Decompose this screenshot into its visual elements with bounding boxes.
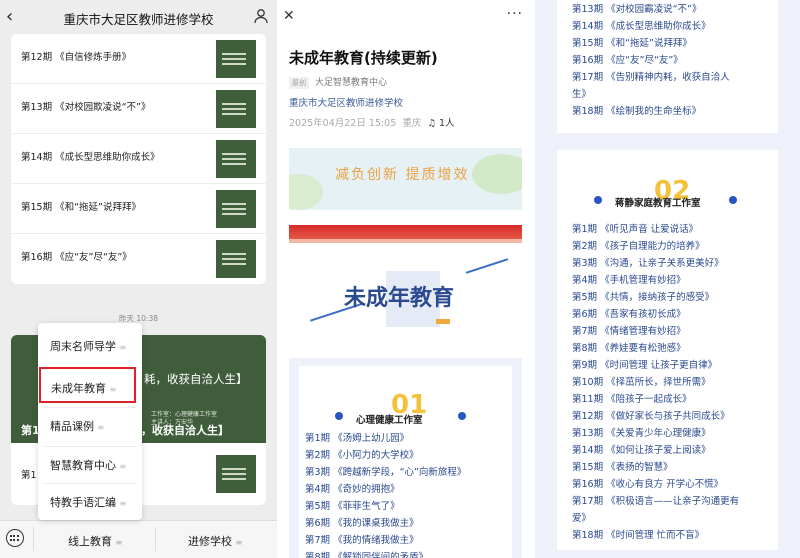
article-banner: 减负创新 提质增效 (289, 148, 522, 210)
section-family-education: 02 蒋静家庭教育工作室 第1期 《听见声音 让爱说话》 第2期 《孩子自理能力… (557, 150, 778, 550)
article-hero-image: 未成年教育 (289, 225, 522, 350)
section-title: 蒋静家庭教育工作室 (615, 198, 701, 209)
list-item[interactable]: 第16期 《应“友”尽“友”》 (572, 52, 683, 66)
thumbnail-image (216, 140, 256, 178)
menu-item-lesson-examples[interactable]: 精品课例 ≡ (38, 407, 142, 443)
article-panel: ✕ ··· 未成年教育(持续更新) 原创 大足智慧教育中心 重庆市大足区教师进修… (277, 0, 535, 558)
section-psychology-cont: 第13期 《对校园霸凌说“不”》 第14期 《成长型思维助你成长》 第15期 《… (557, 0, 778, 133)
thumbnail-image (216, 40, 256, 78)
section-bullet (729, 196, 737, 204)
person-icon[interactable] (253, 8, 269, 28)
section-bullet (335, 412, 343, 420)
headphones-icon: ♫ (427, 118, 436, 129)
list-item[interactable]: 第6期 《我的课桌我做主》 (305, 515, 419, 529)
menu-item-weekend-guide[interactable]: 周末名师导学 ≡ (38, 327, 142, 363)
list-item[interactable]: 第16期 《收心有良方 开学心不慌》 (572, 476, 723, 490)
list-item[interactable]: 第2期 《小阿力的大学校》 (305, 447, 419, 461)
menu-item-smart-education[interactable]: 智慧教育中心 ≡ (38, 446, 142, 482)
screen: ‹ 重庆市大足区教师进修学校 第12期 《自信修炼手册》 第13期 《对校园欺凌… (0, 0, 800, 558)
article-list-card: 第12期 《自信修炼手册》 第13期 《对校园欺凌说“不”》 第14期 《成长型… (11, 34, 266, 284)
list-item[interactable]: 第3期 《沟通，让亲子关系更美好》 (572, 255, 724, 269)
more-options-icon[interactable]: ··· (507, 6, 523, 22)
featured-title: 耗，收获自洽人生】 (144, 372, 248, 386)
menu-item-minor-education[interactable]: 未成年教育 ≡ (39, 367, 136, 403)
popup-submenu: 周末名师导学 ≡ 未成年教育 ≡ 精品课例 ≡ 智慧教育中心 ≡ 特教手语汇编 … (38, 323, 142, 520)
original-tag: 原创 (289, 77, 309, 89)
list-item[interactable]: 第11期 《陪孩子一起成长》 (572, 391, 692, 405)
list-item[interactable]: 第12期 《自信修炼手册》 (11, 34, 266, 84)
featured-bottom-title: ，收获自洽人生】 (141, 424, 229, 437)
list-item[interactable]: 第3期 《跨越新学段，“心”向新旅程》 (305, 464, 466, 478)
article-title: 未成年教育(持续更新) (289, 49, 438, 67)
list-item[interactable]: 第8期 《养娃要有松弛感》 (572, 340, 686, 354)
list-item[interactable]: 第5期 《菲菲生气了》 (305, 498, 400, 512)
article-org-link[interactable]: 重庆市大足区教师进修学校 (289, 95, 403, 109)
list-item[interactable]: 第18期 《绘制我的生命坐标》 (572, 103, 701, 117)
list-item[interactable]: 第5期 《共情，接纳孩子的感受》 (572, 289, 714, 303)
list-item[interactable]: 第18期 《时间管理 忙而不盲》 (572, 527, 704, 541)
close-icon[interactable]: ✕ (283, 8, 295, 24)
thumbnail-image (216, 190, 256, 228)
menu-training-school[interactable]: 进修学校 ≡ (188, 533, 242, 549)
bottom-menu-bar: 线上教育 ≡ 进修学校 ≡ (0, 520, 277, 558)
chat-title: 重庆市大足区教师进修学校 (63, 12, 214, 27)
list-item[interactable]: 第14期 《如何让孩子爱上阅读》 (572, 442, 711, 456)
chat-panel: ‹ 重庆市大足区教师进修学校 第12期 《自信修炼手册》 第13期 《对校园欺凌… (0, 0, 277, 558)
list-item[interactable]: 第7期 《我的情绪我做主》 (305, 532, 419, 546)
menu-item-sign-language[interactable]: 特教手语汇编 ≡ (38, 483, 142, 519)
hero-title: 未成年教育 (344, 286, 455, 311)
section-bullet (594, 196, 602, 204)
list-item[interactable]: 第17期 《告别精神内耗，收获自洽人 (572, 69, 730, 83)
list-item[interactable]: 第12期 《做好家长与孩子共同成长》 (572, 408, 730, 422)
section-psychology: 01 心理健康工作室 第1期 《汤姆上幼儿园》 第2期 《小阿力的大学校》 第3… (289, 358, 522, 558)
list-item[interactable]: 第15期 《和“拖延”说拜拜》 (572, 35, 692, 49)
list-item[interactable]: 第7期 《情绪管理有妙招》 (572, 323, 686, 337)
list-item[interactable]: 第14期 《成长型思维助你成长》 (572, 18, 711, 32)
menu-online-education[interactable]: 线上教育 ≡ (68, 533, 122, 549)
list-item[interactable]: 生》 (572, 86, 591, 100)
list-item[interactable]: 第13期 《对校园欺凌说“不”》 (11, 84, 266, 134)
list-item[interactable]: 第16期 《应“友”尽“友”》 (11, 234, 266, 284)
list-item[interactable]: 第15期 《表扬的智慧》 (572, 459, 673, 473)
list-item[interactable]: 第4期 《奇妙的拥抱》 (305, 481, 400, 495)
list-item[interactable]: 第6期 《吾家有孩初长成》 (572, 306, 686, 320)
thumbnail-image (216, 90, 256, 128)
article-meta: 2025年04月22日 15:05 重庆 ♫ 1人 (289, 118, 455, 129)
list-item[interactable]: 第13期 《关爱青少年心理健康》 (572, 425, 711, 439)
list-item[interactable]: 第2期 《孩子自理能力的培养》 (572, 238, 705, 252)
article-continuation-panel: 第13期 《对校园霸凌说“不”》 第14期 《成长型思维助你成长》 第15期 《… (535, 0, 800, 558)
section-bullet (458, 412, 466, 420)
list-item[interactable]: 第13期 《对校园霸凌说“不”》 (572, 1, 701, 15)
list-item[interactable]: 第1期 《汤姆上幼儿园》 (305, 430, 409, 444)
section-title: 心理健康工作室 (356, 415, 423, 426)
list-item[interactable]: 第10期 《择茁所长，择世所需》 (572, 374, 711, 388)
list-item[interactable]: 第8期 《解锁同伴间的矛盾》 (305, 549, 428, 558)
chat-header: ‹ 重庆市大足区教师进修学校 (0, 0, 277, 36)
article-source[interactable]: 大足智慧教育中心 (315, 75, 387, 88)
list-item[interactable]: 第1期 《听见声音 让爱说话》 (572, 221, 698, 235)
list-item[interactable]: 第4期 《手机管理有妙招》 (572, 272, 686, 286)
list-item[interactable]: 第9期 《时间管理 让孩子更自律》 (572, 357, 717, 371)
featured-prefix: 第1 (21, 424, 40, 437)
list-item[interactable]: 爱》 (572, 510, 591, 524)
list-item[interactable]: 第15期 《和“拖延”说拜拜》 (11, 184, 266, 234)
thumbnail-image (216, 240, 256, 278)
list-item[interactable]: 第17期 《积极语言——让亲子沟通更有 (572, 493, 739, 507)
thumbnail-image (216, 455, 256, 493)
keyboard-icon[interactable] (6, 529, 24, 547)
list-item[interactable]: 第14期 《成长型思维助你成长》 (11, 134, 266, 184)
